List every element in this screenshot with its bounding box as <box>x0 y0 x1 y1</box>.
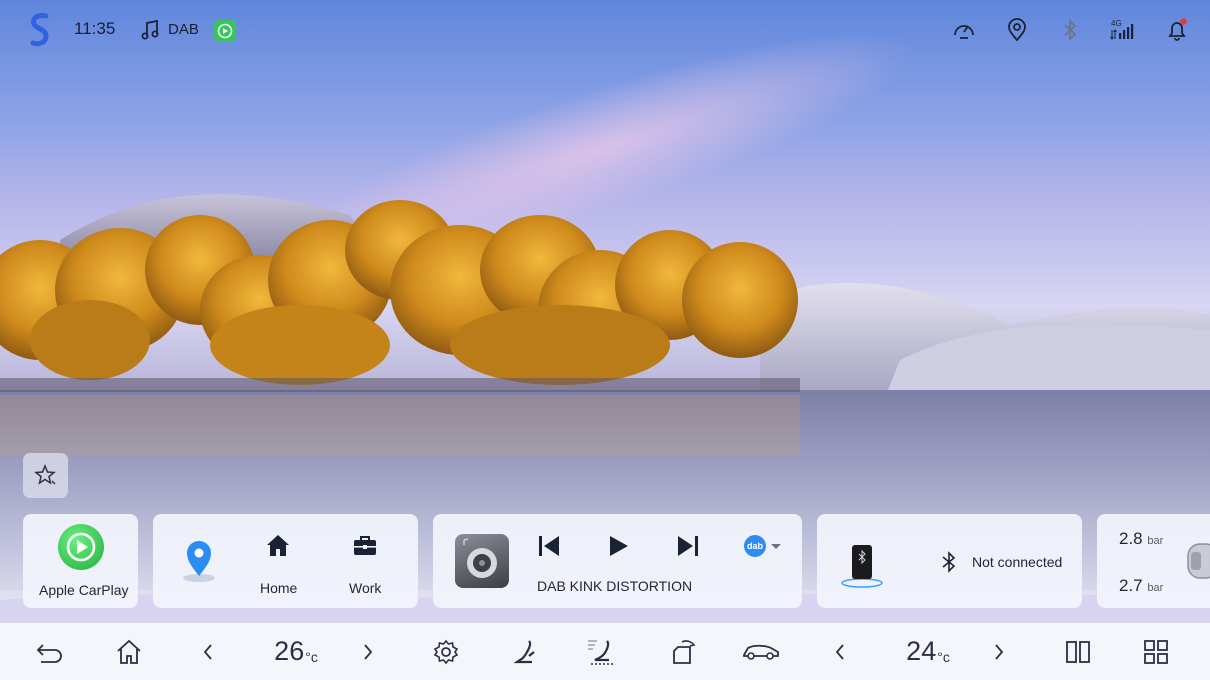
left-temp-unit: °c <box>305 648 318 665</box>
left-temp-value: 26 <box>274 636 305 666</box>
bluetooth-card[interactable]: Not connected <box>817 514 1082 608</box>
dab-badge: dab <box>746 541 763 551</box>
bottom-bar: 26 °c 24 °c <box>0 623 1210 680</box>
work-label[interactable]: Work <box>349 580 381 596</box>
dab-logo-icon: dab <box>744 535 766 557</box>
signal-4g-icon: 4G <box>1109 17 1139 43</box>
notification-bell-icon[interactable] <box>1164 17 1190 43</box>
bluetooth-icon[interactable] <box>1057 17 1083 43</box>
ac-airflow-icon[interactable] <box>584 623 620 680</box>
right-temp-increase-icon[interactable] <box>987 623 1011 680</box>
left-temp-increase-icon[interactable] <box>356 623 380 680</box>
home-icon[interactable] <box>265 533 291 559</box>
source-label: DAB <box>168 21 199 38</box>
widget-edit-button[interactable] <box>23 453 68 498</box>
right-temp-value: 24 <box>906 636 937 666</box>
media-artwork[interactable] <box>455 534 509 588</box>
sparkle-star-icon <box>33 463 56 485</box>
s-logo-icon[interactable] <box>28 12 52 48</box>
station-name: DAB KINK DISTORTION <box>537 578 693 594</box>
right-temp-decrease-icon[interactable] <box>828 623 852 680</box>
carplay-label: Apple CarPlay <box>39 582 129 598</box>
right-temperature: 24 °c <box>888 623 968 680</box>
phone-icon <box>841 539 885 589</box>
bluetooth-status-text: Not connected <box>972 554 1063 570</box>
music-note-icon[interactable] <box>140 19 160 41</box>
play-icon[interactable] <box>605 533 631 559</box>
chevron-down-icon <box>771 544 781 549</box>
home-nav-icon[interactable] <box>112 623 146 680</box>
carplay-card[interactable]: Apple CarPlay <box>23 514 138 608</box>
tire-rear-pressure: 2.7 bar <box>1119 576 1163 596</box>
car-top-view-icon <box>1185 542 1210 580</box>
map-pin-icon[interactable] <box>178 536 222 586</box>
source-selector[interactable]: dab <box>744 535 784 557</box>
speedometer-icon[interactable] <box>951 17 977 43</box>
location-pin-icon[interactable] <box>1004 17 1030 43</box>
seat-heating-icon[interactable] <box>509 623 543 680</box>
left-temperature: 26 °c <box>256 623 336 680</box>
defrost-window-icon[interactable] <box>666 623 700 680</box>
media-card: dab DAB KINK DISTORTION <box>433 514 802 608</box>
back-icon[interactable] <box>33 623 67 680</box>
status-bar: 11:35 DAB 4G <box>0 0 1210 60</box>
previous-track-icon[interactable] <box>536 533 562 559</box>
left-temp-decrease-icon[interactable] <box>196 623 220 680</box>
navigation-card: Home Work <box>153 514 418 608</box>
tire-pressure-card[interactable]: 2.8 bar 2.7 bar <box>1097 514 1210 608</box>
car-settings-icon[interactable] <box>740 623 782 680</box>
next-track-icon[interactable] <box>675 533 701 559</box>
tire-rear-value: 2.7 <box>1119 576 1143 595</box>
clock: 11:35 <box>74 19 116 38</box>
signal-label: 4G <box>1111 19 1122 28</box>
tire-front-value: 2.8 <box>1119 529 1143 548</box>
tire-front-unit: bar <box>1147 535 1164 547</box>
carplay-app-icon <box>58 524 104 570</box>
work-briefcase-icon[interactable] <box>352 533 378 559</box>
carplay-icon[interactable] <box>214 20 236 42</box>
settings-gear-icon[interactable] <box>429 623 463 680</box>
home-label[interactable]: Home <box>260 580 297 596</box>
app-grid-icon[interactable] <box>1140 623 1172 680</box>
bluetooth-status-icon <box>938 551 960 573</box>
right-temp-unit: °c <box>937 648 950 665</box>
tire-front-pressure: 2.8 bar <box>1119 529 1163 549</box>
split-screen-icon[interactable] <box>1062 623 1094 680</box>
tire-rear-unit: bar <box>1147 582 1164 594</box>
